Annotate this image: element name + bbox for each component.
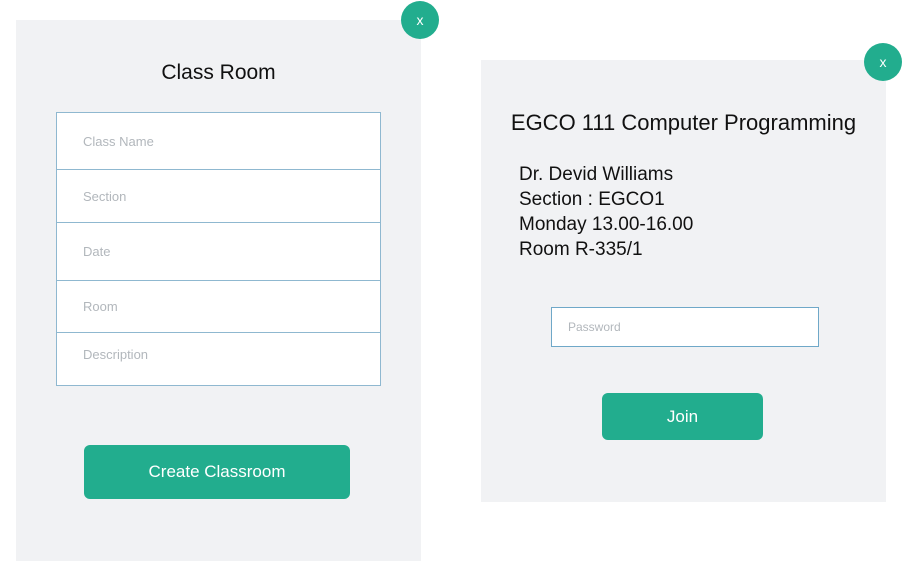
room-info: Room R-335/1 — [519, 239, 643, 260]
section-info: Section : EGCO1 — [519, 189, 665, 210]
create-classroom-button[interactable]: Create Classroom — [84, 445, 350, 499]
close-icon[interactable]: x — [401, 1, 439, 39]
course-title: EGCO 111 Computer Programming — [510, 110, 857, 135]
join-class-dialog: EGCO 111 Computer Programming Dr. Devid … — [481, 60, 886, 502]
section-input[interactable] — [57, 170, 380, 222]
schedule-info: Monday 13.00-16.00 — [519, 214, 694, 235]
room-input[interactable] — [57, 281, 380, 332]
teacher-name: Dr. Devid Williams — [519, 164, 674, 185]
classroom-form — [56, 112, 381, 386]
join-button[interactable]: Join — [602, 393, 763, 440]
class-name-input[interactable] — [57, 113, 380, 169]
description-input[interactable] — [57, 333, 380, 377]
dialog-title: Class Room — [161, 61, 276, 84]
password-input[interactable] — [551, 307, 819, 347]
create-classroom-dialog: Class Room Create Classroom — [16, 20, 421, 561]
date-input[interactable] — [57, 223, 380, 280]
close-icon[interactable]: x — [864, 43, 902, 81]
